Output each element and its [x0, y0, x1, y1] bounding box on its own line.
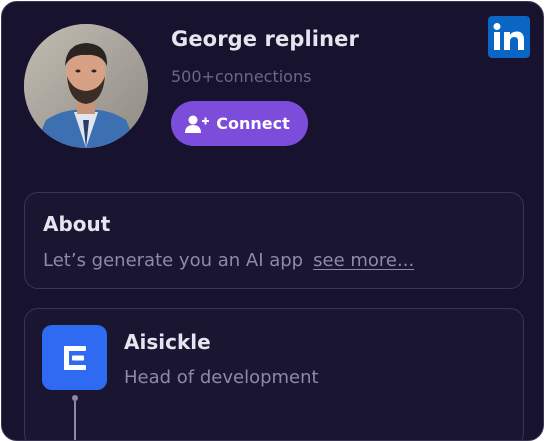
avatar-photo — [24, 24, 148, 148]
profile-card: George repliner 500+connections Connect … — [1, 1, 544, 441]
connect-label: Connect — [216, 114, 290, 133]
company-name: Aisickle — [124, 330, 211, 354]
linkedin-icon[interactable] — [488, 16, 530, 58]
avatar[interactable] — [24, 24, 148, 148]
profile-name: George repliner — [171, 27, 359, 51]
connections-count: 500+connections — [171, 67, 312, 86]
see-more-link[interactable]: see more... — [313, 250, 414, 271]
experience-section: Aisickle Head of development — [24, 308, 524, 440]
about-section: About Let’s generate you an AI app see mo… — [24, 192, 524, 289]
job-title: Head of development — [124, 367, 319, 388]
timeline-line — [74, 401, 76, 440]
connect-button[interactable]: Connect — [171, 101, 308, 146]
aisickle-logo-icon — [42, 325, 107, 390]
about-description: Let’s generate you an AI app — [43, 250, 304, 271]
add-user-icon — [185, 114, 210, 134]
about-title: About — [43, 212, 111, 236]
about-text: Let’s generate you an AI app see more... — [43, 250, 414, 271]
